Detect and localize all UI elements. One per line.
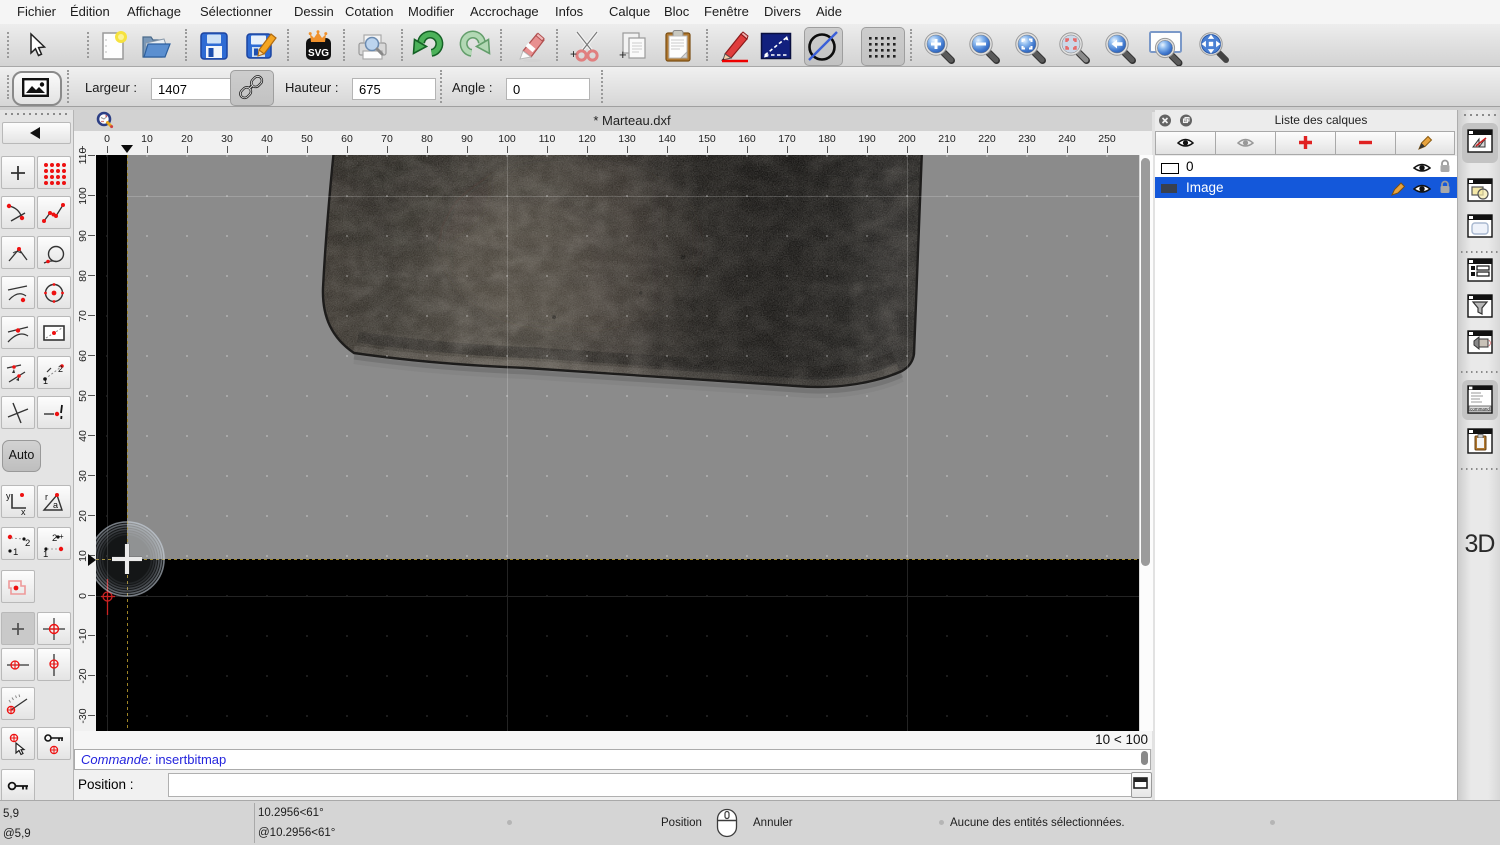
svg-text:2: 2 <box>58 364 63 374</box>
svg-text:command: command <box>1470 406 1490 411</box>
svg-text:1: 1 <box>43 549 48 557</box>
svg-text:a: a <box>53 500 58 510</box>
svg-text:SVG: SVG <box>308 48 329 59</box>
svg-text:r: r <box>45 492 48 502</box>
svg-text:y: y <box>6 491 11 501</box>
svg-text:+: + <box>59 532 64 541</box>
svg-text:x: x <box>21 507 26 515</box>
svg-text:1: 1 <box>43 376 48 386</box>
svg-text:2: 2 <box>52 533 57 544</box>
svg-text:2: 2 <box>25 538 30 549</box>
svg-text:1: 1 <box>13 547 18 557</box>
svg-text:+: + <box>570 47 577 61</box>
svg-text:+: + <box>619 47 627 62</box>
